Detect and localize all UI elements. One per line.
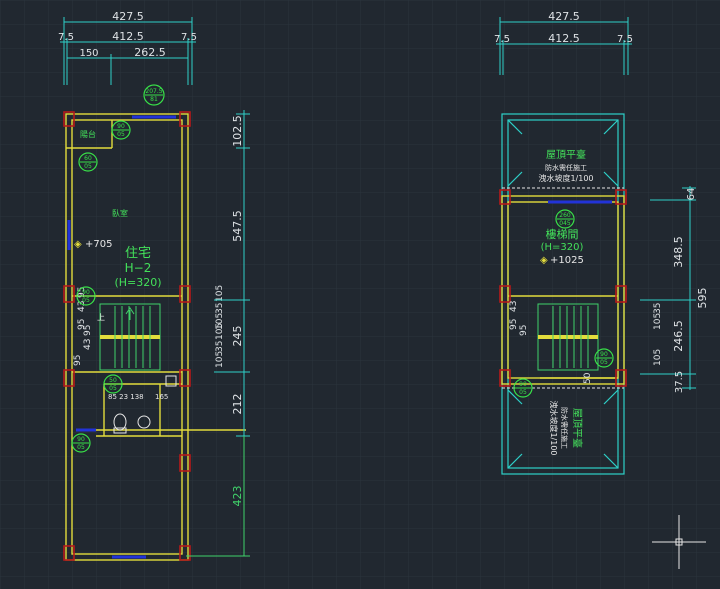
right-dim-right-small: 7.5 (617, 34, 633, 45)
svg-text:43: 43 (509, 301, 519, 312)
right-level-mark: ◈ (540, 255, 548, 266)
left-room-code: H−2 (125, 261, 152, 275)
right-tag-3[interactable]: 90 05 (513, 378, 533, 398)
left-tag-3[interactable]: 60 05 (78, 152, 98, 172)
left-bath-dims: 85 23 138 (108, 393, 144, 401)
svg-text:90: 90 (82, 289, 90, 296)
right-dim-total: 427.5 (548, 10, 580, 23)
left-tag-5[interactable]: 50 05 (103, 374, 123, 394)
svg-text:05: 05 (109, 385, 117, 392)
svg-text:05: 05 (82, 297, 90, 304)
cad-drawing-canvas[interactable]: 427.5 7.5 412.5 7.5 150 262.5 上 85 23 13… (0, 0, 720, 589)
right-roof-top-title: 屋頂平臺 (546, 148, 586, 161)
svg-text:35: 35 (215, 341, 225, 352)
left-dim-245: 245 (231, 326, 244, 347)
dim-b: 262.5 (134, 46, 166, 59)
right-dim-left-small: 7.5 (494, 34, 510, 45)
background-grid (0, 0, 720, 589)
left-dim-423: 423 (231, 486, 244, 507)
left-bath-dim2: 165 (155, 393, 168, 401)
svg-text:屋頂平臺: 屋頂平臺 (571, 408, 584, 448)
svg-text:90: 90 (77, 436, 85, 443)
svg-text:207.5: 207.5 (145, 88, 162, 95)
dim-mid: 412.5 (112, 30, 144, 43)
left-room-title: 住宅 (125, 246, 151, 261)
svg-text:35: 35 (653, 303, 663, 314)
svg-text:90: 90 (117, 123, 125, 130)
svg-text:05: 05 (117, 131, 125, 138)
dim-total: 427.5 (112, 10, 144, 23)
svg-text:260: 260 (559, 212, 571, 219)
svg-text:05: 05 (77, 444, 85, 451)
svg-text:05: 05 (84, 163, 92, 170)
left-tag-1[interactable]: 207.5 81 (143, 84, 165, 106)
left-dim-102: 102.5 (231, 115, 244, 147)
svg-text:60: 60 (84, 155, 92, 162)
svg-text:防水需任施工: 防水需任施工 (560, 407, 569, 449)
svg-text:95: 95 (519, 325, 529, 336)
left-dim-212: 212 (231, 394, 244, 415)
right-dim-246: 246.5 (672, 320, 685, 352)
svg-text:95: 95 (73, 355, 83, 366)
right-roof-top-note2: 洩水坡度1/100 (538, 173, 593, 183)
svg-text:05: 05 (600, 359, 608, 366)
left-stair-up: 上 (97, 313, 105, 322)
right-level: +1025 (550, 255, 584, 266)
left-dim-547: 547.5 (231, 210, 244, 242)
left-tag-6[interactable]: 90 05 (71, 433, 91, 453)
svg-text:50: 50 (109, 377, 117, 384)
svg-text:105: 105 (653, 349, 663, 366)
right-roof-bottom-labels: 屋頂平臺 防水需任施工 洩水坡度1/100 (549, 400, 584, 455)
right-dim-64: 64 (686, 188, 697, 201)
svg-text:35: 35 (215, 303, 225, 314)
svg-text:105: 105 (653, 313, 663, 330)
svg-text:105: 105 (215, 351, 225, 368)
right-dim-mid: 412.5 (548, 32, 580, 45)
left-tag-4[interactable]: 90 05 (76, 286, 96, 306)
svg-text:43: 43 (83, 339, 93, 350)
svg-text:105: 105 (215, 323, 225, 340)
svg-text:洩水坡度1/100: 洩水坡度1/100 (549, 400, 559, 455)
left-small-room-label: 臥室 (112, 208, 128, 218)
right-tag-2[interactable]: 90 05 (594, 348, 614, 368)
svg-text:105: 105 (215, 285, 225, 302)
left-room-height: (H=320) (114, 276, 161, 289)
svg-text:95: 95 (509, 319, 519, 330)
left-level-mark: ◈ (74, 239, 82, 250)
right-stair-room-title: 樓梯間 (546, 227, 579, 241)
right-dim-348: 348.5 (672, 236, 685, 268)
svg-text:90: 90 (519, 381, 527, 388)
svg-text:045: 045 (559, 220, 571, 227)
dim-left-small: 7.5 (58, 32, 74, 43)
svg-text:81: 81 (150, 96, 158, 103)
right-roof-top-note1: 防水需任施工 (545, 163, 587, 172)
left-tag-2[interactable]: 90 05 (111, 120, 131, 140)
dim-a: 150 (79, 48, 98, 59)
right-tag-1[interactable]: 260 045 (555, 209, 575, 229)
right-dim-50: 50 (583, 372, 593, 384)
dim-right-small: 7.5 (181, 32, 197, 43)
svg-text:90: 90 (600, 351, 608, 358)
right-dim-595: 595 (696, 288, 709, 309)
left-level: +705 (85, 239, 112, 250)
left-top-left-label: 陽台 (80, 129, 96, 139)
right-dim-37: 37.5 (674, 371, 685, 393)
svg-text:05: 05 (519, 389, 527, 396)
svg-text:95: 95 (83, 325, 93, 336)
right-stair-room-height: (H=320) (541, 242, 584, 253)
